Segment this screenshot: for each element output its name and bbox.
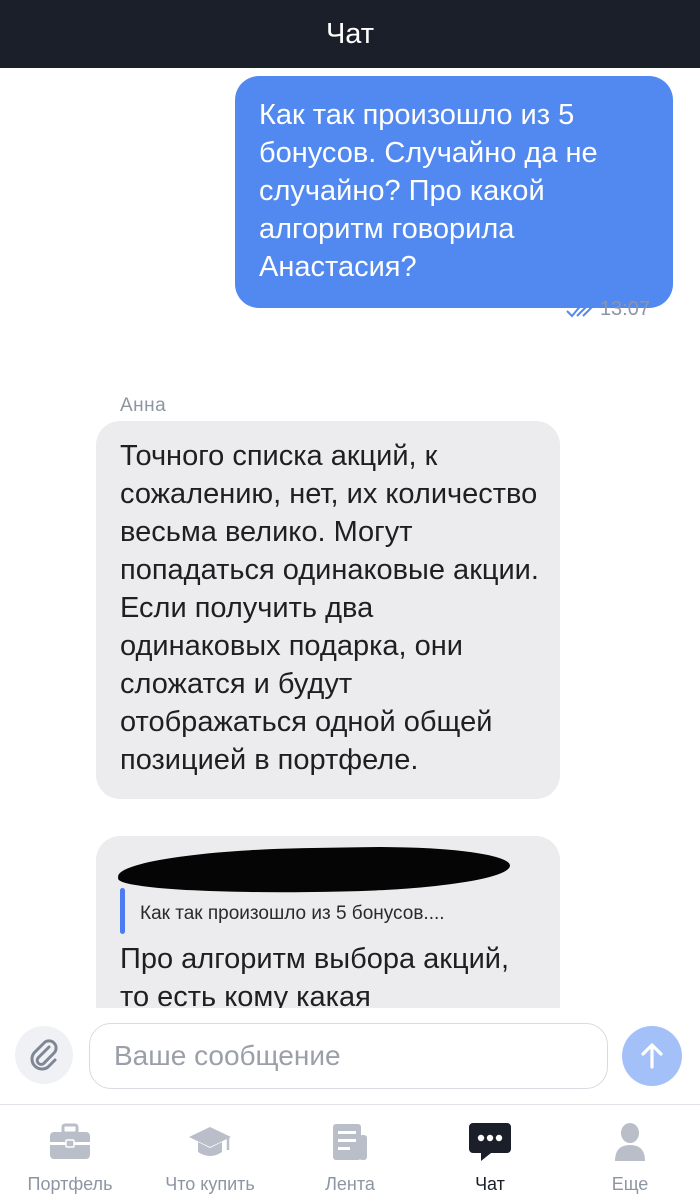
tab-label: Что купить — [165, 1174, 255, 1194]
tab-feed[interactable]: Лента — [280, 1105, 420, 1195]
person-icon — [607, 1119, 653, 1165]
incoming-message-text: Точного списка акций, к сожалению, нет, … — [120, 440, 539, 776]
chat-message-list[interactable]: Как так произошло из 5 бонусов. Случайно… — [0, 68, 700, 1008]
send-button[interactable] — [622, 1026, 682, 1086]
page-title: Чат — [325, 17, 375, 50]
news-icon — [327, 1119, 373, 1165]
tab-portfolio[interactable]: Портфель — [0, 1105, 140, 1195]
chat-icon — [467, 1119, 513, 1165]
outgoing-message-meta: 13:07 — [566, 298, 650, 321]
quote-bar — [120, 888, 125, 934]
briefcase-icon — [47, 1119, 93, 1165]
tab-what-to-buy[interactable]: Что купить — [140, 1105, 280, 1195]
tab-chat[interactable]: Чат — [420, 1105, 560, 1195]
attach-button[interactable] — [15, 1026, 73, 1084]
tab-label: Портфель — [27, 1174, 113, 1194]
paperclip-icon — [30, 1039, 58, 1071]
tab-bar: Портфель Что купить Лента Чат Еще — [0, 1104, 700, 1195]
header: Чат — [0, 0, 700, 68]
arrow-up-icon — [641, 1043, 663, 1069]
outgoing-message[interactable]: Как так произошло из 5 бонусов. Случайно… — [235, 76, 673, 308]
tab-label: Лента — [325, 1174, 375, 1194]
tab-label: Чат — [475, 1174, 505, 1194]
message-input[interactable] — [89, 1023, 608, 1089]
message-composer — [0, 1008, 700, 1104]
incoming-reply-text: Про алгоритм выбора акций, то есть кому … — [120, 943, 510, 1008]
sender-name: Анна — [120, 395, 167, 416]
reply-quote-text: Как так произошло из 5 бонусов.... — [140, 903, 445, 924]
reply-quote[interactable]: Как так произошло из 5 бонусов.... — [120, 888, 540, 936]
redacted-quote-author — [117, 844, 511, 896]
graduation-cap-icon — [187, 1119, 233, 1165]
message-time: 13:07 — [599, 298, 650, 320]
incoming-reply-message[interactable]: Как так произошло из 5 бонусов.... Про а… — [96, 836, 560, 1008]
tab-more[interactable]: Еще — [560, 1105, 700, 1195]
outgoing-message-text: Как так произошло из 5 бонусов. Случайно… — [259, 99, 598, 283]
incoming-message[interactable]: Точного списка акций, к сожалению, нет, … — [96, 421, 560, 799]
double-check-icon — [566, 302, 596, 317]
tab-label: Еще — [611, 1174, 649, 1194]
